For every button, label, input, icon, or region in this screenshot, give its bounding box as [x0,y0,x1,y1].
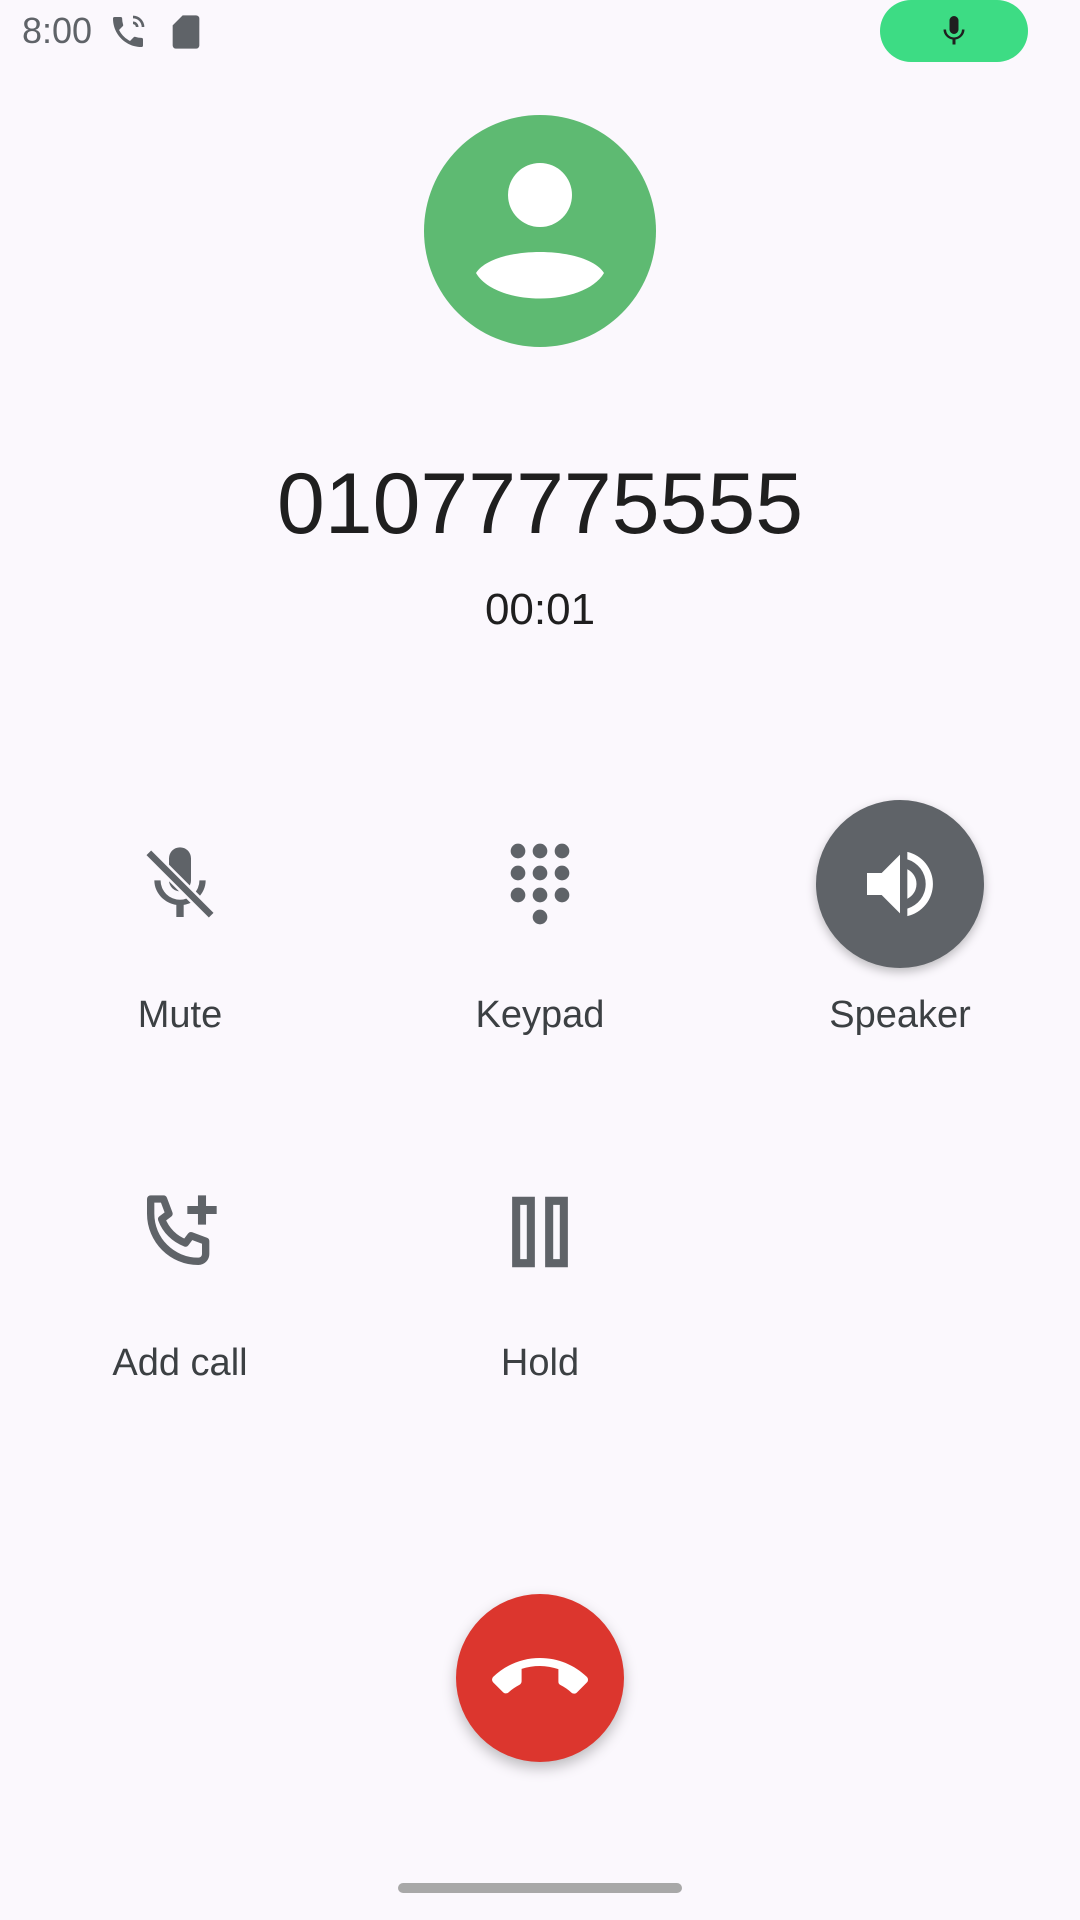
mute-label: Mute [137,994,223,1036]
add-call-icon-container [96,1148,264,1316]
pause-icon [512,1196,568,1268]
gesture-navigation-bar[interactable] [398,1883,682,1893]
keypad-label: Keypad [475,994,605,1036]
mic-in-use-indicator[interactable] [880,0,1028,62]
hold-button[interactable]: Hold [420,1148,660,1408]
sd-card-icon [166,12,206,52]
call-end-icon [492,1658,588,1694]
hold-label: Hold [500,1342,580,1384]
keypad-icon-container [456,800,624,968]
mic-icon [943,16,965,45]
dialpad-icon [510,843,570,925]
speaker-icon-container [816,800,984,968]
call-forwarding-icon [108,12,148,52]
add-call-button[interactable]: Add call [60,1148,300,1408]
status-bar: 8:00 [0,0,1080,64]
speaker-icon [867,851,933,917]
add-call-label: Add call [112,1342,248,1384]
contact-avatar [424,115,656,347]
call-timer: 00:01 [484,585,596,634]
caller-number: 01077775555 [276,456,804,552]
add-call-icon [147,1195,217,1265]
speaker-button[interactable]: Speaker [780,800,1020,1060]
speaker-label: Speaker [829,994,971,1036]
hold-icon-container [456,1148,624,1316]
end-call-button[interactable] [456,1594,624,1762]
status-time: 8:00 [22,10,93,51]
in-call-screen: 8:00 01077775555 00:01 Mute Keypad Speak… [0,0,1080,1920]
mute-icon-container [96,800,264,968]
person-icon [476,163,604,299]
keypad-button[interactable]: Keypad [420,800,660,1060]
mic-off-icon [144,847,216,920]
mute-button[interactable]: Mute [60,800,300,1060]
